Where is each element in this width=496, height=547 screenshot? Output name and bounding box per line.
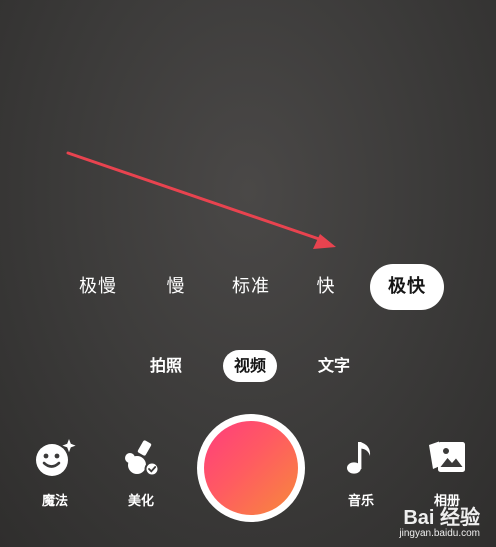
speed-option-slow[interactable]: 慢 <box>150 264 202 310</box>
tab-photo[interactable]: 拍照 <box>140 350 192 382</box>
record-button[interactable] <box>197 414 305 522</box>
camera-screen: 极慢 慢 标准 快 极快 拍照 视频 文字 魔法 美化 音乐 相册 Bai 经验… <box>0 0 496 547</box>
baidu-jingyan-watermark: Bai 经验 jingyan.baidu.com <box>399 501 480 539</box>
magic-face-icon <box>36 439 76 476</box>
album-button[interactable]: 相册 <box>416 436 478 509</box>
beauty-icon <box>125 440 160 477</box>
mode-tabs: 拍照 视频 文字 <box>140 350 360 382</box>
music-button[interactable]: 音乐 <box>330 436 392 509</box>
album-icon <box>429 441 465 472</box>
speed-option-fast[interactable]: 快 <box>300 264 352 310</box>
tab-video[interactable]: 视频 <box>222 350 277 382</box>
magic-label: 魔法 <box>41 494 68 509</box>
beauty-label: 美化 <box>127 494 154 509</box>
speed-selector: 极慢 慢 标准 快 极快 <box>64 264 444 310</box>
magic-button[interactable]: 魔法 <box>24 436 86 509</box>
watermark-url: jingyan.baidu.com <box>399 528 480 539</box>
music-note-icon <box>347 442 371 474</box>
record-button-core <box>204 421 298 515</box>
music-label: 音乐 <box>347 494 374 509</box>
beauty-button[interactable]: 美化 <box>110 436 172 509</box>
speed-option-very-slow[interactable]: 极慢 <box>64 264 132 310</box>
tab-text[interactable]: 文字 <box>308 350 360 382</box>
speed-option-very-fast[interactable]: 极快 <box>370 264 444 310</box>
speed-option-standard[interactable]: 标准 <box>220 264 282 310</box>
watermark-logo: Bai 经验 <box>403 507 480 529</box>
